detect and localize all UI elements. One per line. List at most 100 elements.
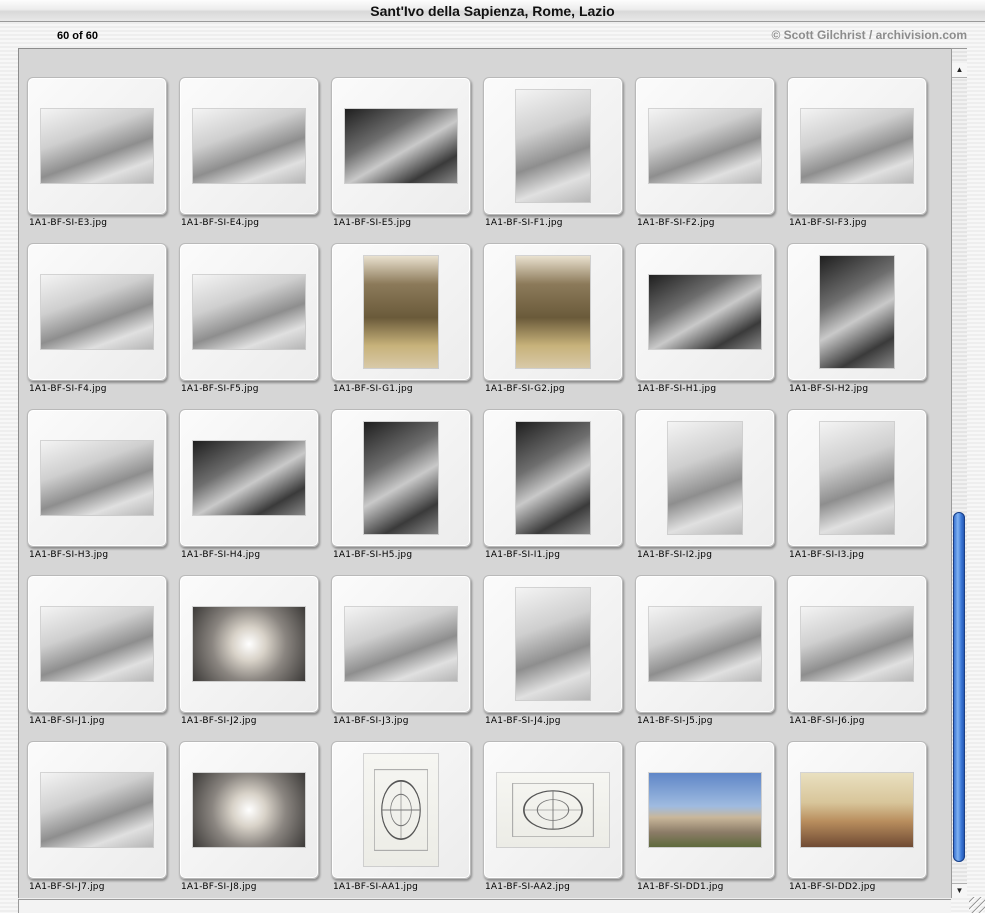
thumbnail-image[interactable]: [649, 773, 761, 847]
thumbnail-item[interactable]: 1A1-BF-SI-DD1.jpg: [629, 738, 781, 898]
thumbnail-image[interactable]: [364, 256, 438, 368]
thumbnail-image[interactable]: [516, 256, 590, 368]
thumbnail-image[interactable]: [516, 588, 590, 700]
thumbnail-frame[interactable]: [27, 575, 167, 713]
thumbnail-image[interactable]: [820, 422, 894, 534]
thumbnail-image[interactable]: [41, 109, 153, 183]
thumbnail-item[interactable]: 1A1-BF-SI-J1.jpg: [21, 572, 173, 738]
thumbnail-frame[interactable]: [27, 77, 167, 215]
thumbnail-frame[interactable]: [179, 741, 319, 879]
thumbnail-item[interactable]: 1A1-BF-SI-J5.jpg: [629, 572, 781, 738]
thumbnail-image[interactable]: [649, 109, 761, 183]
thumbnail-item[interactable]: 1A1-BF-SI-H5.jpg: [325, 406, 477, 572]
thumbnail-image[interactable]: [801, 773, 913, 847]
thumbnail-image[interactable]: [345, 109, 457, 183]
thumbnail-image[interactable]: [801, 607, 913, 681]
scroll-down-arrow-icon[interactable]: ▼: [952, 883, 967, 898]
thumbnail-item[interactable]: 1A1-BF-SI-F5.jpg: [173, 240, 325, 406]
thumbnail-item[interactable]: 1A1-BF-SI-F3.jpg: [781, 74, 933, 240]
thumbnail-frame[interactable]: [27, 409, 167, 547]
thumbnail-item[interactable]: 1A1-BF-SI-DD2.jpg: [781, 738, 933, 898]
thumbnail-frame[interactable]: [331, 741, 471, 879]
thumbnail-item[interactable]: 1A1-BF-SI-AA2.jpg: [477, 738, 629, 898]
thumbnail-image[interactable]: [668, 422, 742, 534]
thumbnail-image[interactable]: [41, 607, 153, 681]
scroll-up-arrow-icon[interactable]: ▲: [952, 63, 967, 78]
thumbnail-frame[interactable]: [635, 575, 775, 713]
thumbnail-item[interactable]: 1A1-BF-SI-H4.jpg: [173, 406, 325, 572]
resize-grip-icon[interactable]: [969, 897, 985, 913]
thumbnail-image[interactable]: [364, 754, 438, 866]
thumbnail-frame[interactable]: [483, 409, 623, 547]
thumbnail-grid: 1A1-BF-SI-E3.jpg 1A1-BF-SI-E4.jpg 1A1-BF-S…: [19, 49, 951, 898]
thumbnail-image[interactable]: [801, 109, 913, 183]
thumbnail-frame[interactable]: [483, 243, 623, 381]
thumbnail-frame[interactable]: [331, 77, 471, 215]
thumbnail-frame[interactable]: [483, 77, 623, 215]
thumbnail-frame[interactable]: [635, 77, 775, 215]
thumbnail-image[interactable]: [193, 773, 305, 847]
thumbnail-item[interactable]: 1A1-BF-SI-E5.jpg: [325, 74, 477, 240]
thumbnail-frame[interactable]: [635, 243, 775, 381]
thumbnail-item[interactable]: 1A1-BF-SI-J6.jpg: [781, 572, 933, 738]
thumbnail-item[interactable]: 1A1-BF-SI-AA1.jpg: [325, 738, 477, 898]
thumbnail-item[interactable]: 1A1-BF-SI-E3.jpg: [21, 74, 173, 240]
thumbnail-item[interactable]: 1A1-BF-SI-F2.jpg: [629, 74, 781, 240]
thumbnail-frame[interactable]: [179, 575, 319, 713]
thumbnail-image[interactable]: [345, 607, 457, 681]
thumbnail-image[interactable]: [193, 275, 305, 349]
thumbnail-frame[interactable]: [787, 77, 927, 215]
thumbnail-frame[interactable]: [27, 741, 167, 879]
thumbnail-filename: 1A1-BF-SI-AA2.jpg: [485, 882, 571, 892]
thumbnail-item[interactable]: 1A1-BF-SI-I2.jpg: [629, 406, 781, 572]
thumbnail-image[interactable]: [649, 275, 761, 349]
thumbnail-image[interactable]: [41, 773, 153, 847]
window-title-bar[interactable]: Sant'Ivo della Sapienza, Rome, Lazio: [0, 0, 985, 22]
thumbnail-frame[interactable]: [635, 409, 775, 547]
thumbnail-item[interactable]: 1A1-BF-SI-F4.jpg: [21, 240, 173, 406]
thumbnail-item[interactable]: 1A1-BF-SI-G1.jpg: [325, 240, 477, 406]
thumbnail-frame[interactable]: [483, 741, 623, 879]
thumbnail-item[interactable]: 1A1-BF-SI-J4.jpg: [477, 572, 629, 738]
thumbnail-image[interactable]: [649, 607, 761, 681]
thumbnail-frame[interactable]: [179, 409, 319, 547]
thumbnail-image[interactable]: [41, 275, 153, 349]
thumbnail-image[interactable]: [516, 90, 590, 202]
thumbnail-item[interactable]: 1A1-BF-SI-J3.jpg: [325, 572, 477, 738]
thumbnail-item[interactable]: 1A1-BF-SI-H1.jpg: [629, 240, 781, 406]
thumbnail-image[interactable]: [820, 256, 894, 368]
thumbnail-item[interactable]: 1A1-BF-SI-J8.jpg: [173, 738, 325, 898]
thumbnail-item[interactable]: 1A1-BF-SI-G2.jpg: [477, 240, 629, 406]
thumbnail-image[interactable]: [193, 441, 305, 515]
scrollbar-thumb[interactable]: [953, 512, 965, 862]
thumbnail-item[interactable]: 1A1-BF-SI-H2.jpg: [781, 240, 933, 406]
thumbnail-frame[interactable]: [331, 575, 471, 713]
thumbnail-frame[interactable]: [787, 741, 927, 879]
thumbnail-image[interactable]: [516, 422, 590, 534]
thumbnail-item[interactable]: 1A1-BF-SI-F1.jpg: [477, 74, 629, 240]
thumbnail-filename: 1A1-BF-SI-H5.jpg: [333, 550, 413, 560]
thumbnail-frame[interactable]: [179, 243, 319, 381]
thumbnail-frame[interactable]: [787, 243, 927, 381]
thumbnail-item[interactable]: 1A1-BF-SI-J7.jpg: [21, 738, 173, 898]
thumbnail-item[interactable]: 1A1-BF-SI-I3.jpg: [781, 406, 933, 572]
thumbnail-image[interactable]: [497, 773, 609, 847]
horizontal-scrollbar[interactable]: [18, 899, 951, 913]
thumbnail-frame[interactable]: [27, 243, 167, 381]
thumbnail-image[interactable]: [193, 109, 305, 183]
thumbnail-item[interactable]: 1A1-BF-SI-H3.jpg: [21, 406, 173, 572]
thumbnail-frame[interactable]: [483, 575, 623, 713]
thumbnail-frame[interactable]: [635, 741, 775, 879]
thumbnail-item[interactable]: 1A1-BF-SI-I1.jpg: [477, 406, 629, 572]
thumbnail-item[interactable]: 1A1-BF-SI-J2.jpg: [173, 572, 325, 738]
vertical-scrollbar[interactable]: ▲ ▼: [951, 48, 967, 898]
thumbnail-image[interactable]: [41, 441, 153, 515]
thumbnail-image[interactable]: [364, 422, 438, 534]
thumbnail-image[interactable]: [193, 607, 305, 681]
thumbnail-frame[interactable]: [787, 409, 927, 547]
thumbnail-frame[interactable]: [179, 77, 319, 215]
thumbnail-frame[interactable]: [331, 409, 471, 547]
thumbnail-frame[interactable]: [331, 243, 471, 381]
thumbnail-item[interactable]: 1A1-BF-SI-E4.jpg: [173, 74, 325, 240]
thumbnail-frame[interactable]: [787, 575, 927, 713]
